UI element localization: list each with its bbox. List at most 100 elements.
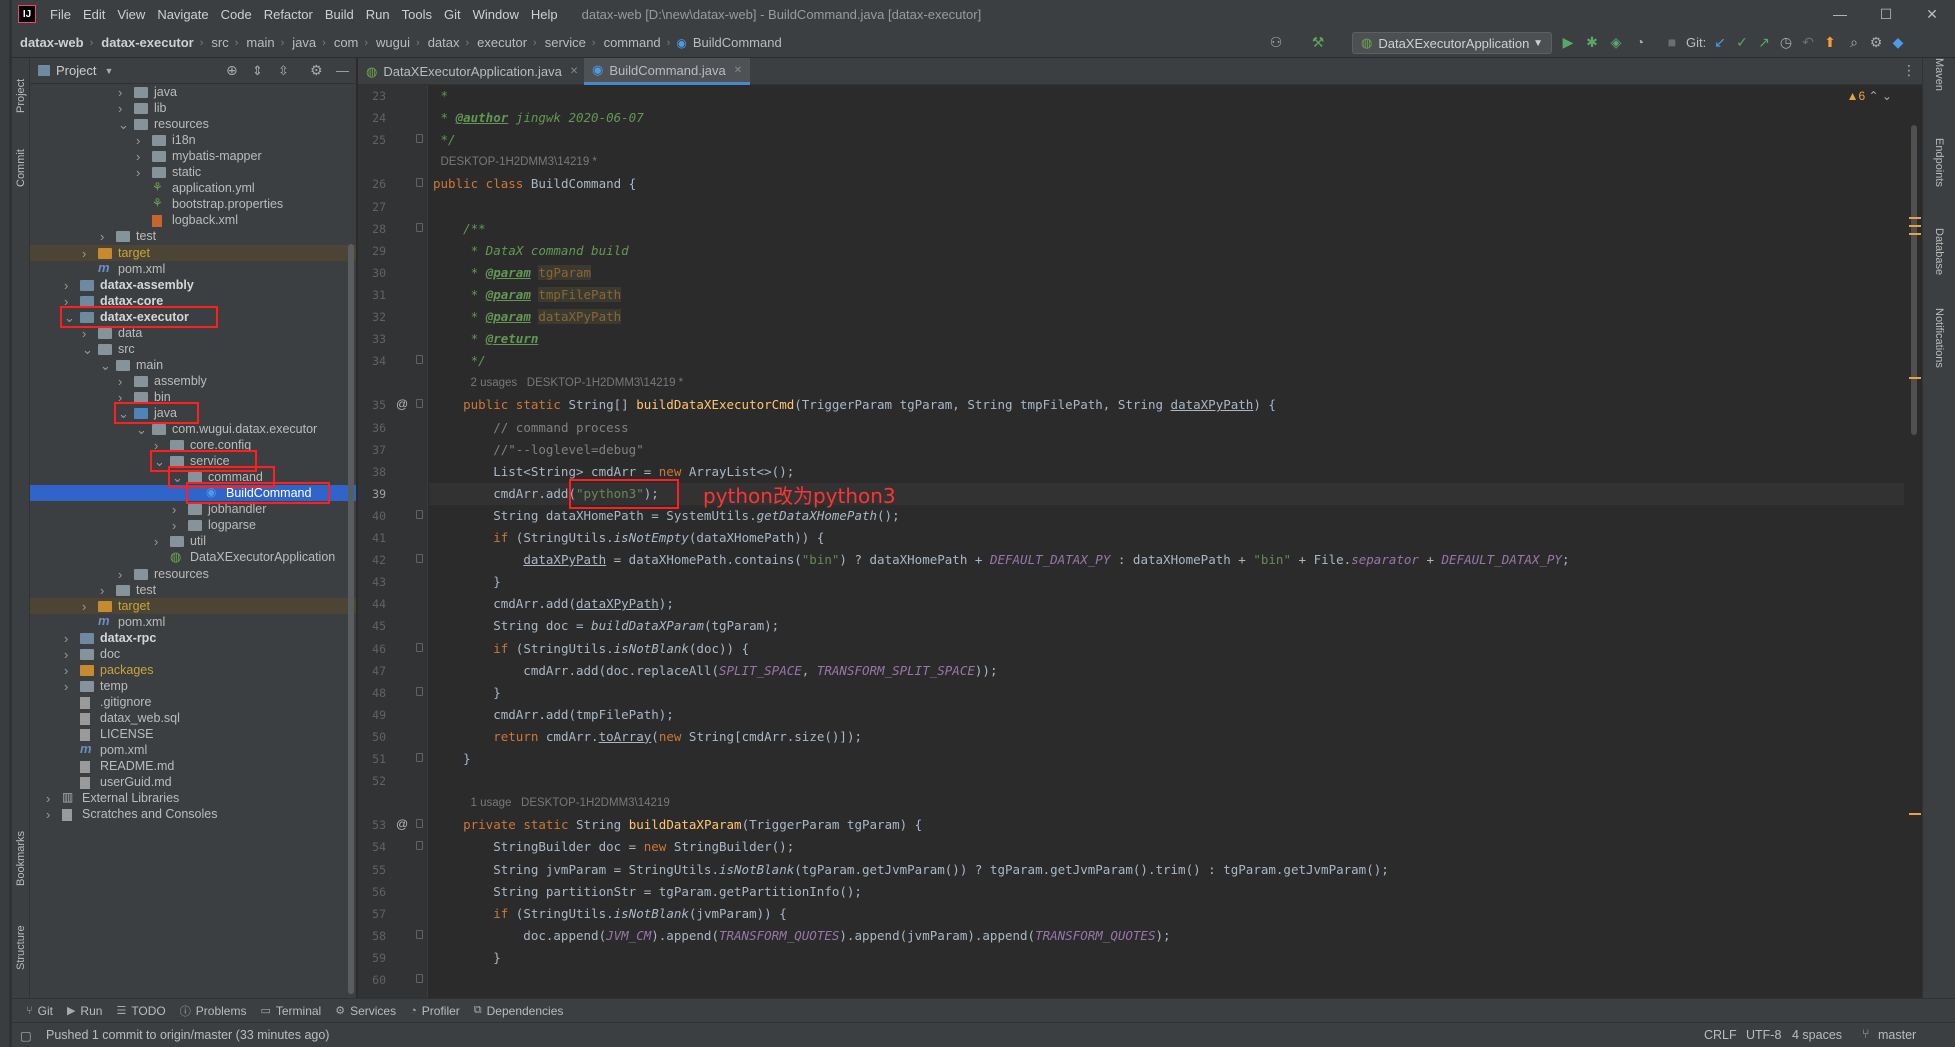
chevron-right-icon[interactable]: ›	[172, 502, 176, 517]
menu-navigate[interactable]: Navigate	[151, 7, 214, 22]
tree-item[interactable]: › lib	[30, 100, 356, 116]
fold-marker-icon[interactable]	[416, 819, 423, 829]
tool-button-todo[interactable]: ☰ TODO	[116, 1004, 165, 1018]
menu-code[interactable]: Code	[215, 7, 258, 22]
update-icon[interactable]: ⬆	[1822, 34, 1838, 50]
menu-window[interactable]: Window	[467, 7, 525, 22]
tool-tab-project[interactable]: Project	[12, 66, 30, 126]
maximize-icon[interactable]: ☐	[1863, 0, 1909, 28]
fold-marker-icon[interactable]	[416, 355, 423, 365]
tree-scrollbar[interactable]	[348, 244, 354, 994]
coverage-icon[interactable]: ◈	[1608, 34, 1624, 50]
expand-all-icon[interactable]: ⇕	[252, 63, 263, 79]
tree-item[interactable]: ⚘ bootstrap.properties	[30, 196, 356, 212]
fold-marker-icon[interactable]	[416, 399, 423, 409]
breadcrumb-item[interactable]: datax-executor	[95, 35, 193, 50]
breadcrumb-item[interactable]: java	[286, 35, 316, 50]
fold-marker-icon[interactable]	[416, 929, 423, 939]
tool-tab-maven[interactable]: Maven	[1927, 58, 1951, 118]
menu-edit[interactable]: Edit	[77, 7, 111, 22]
tab-dataxexecutorapplication[interactable]: ◍ DataXExecutorApplication.java ✕	[358, 58, 580, 85]
build-hammer-icon[interactable]: ⚒	[1310, 34, 1326, 50]
tree-item[interactable]: › doc	[30, 646, 356, 662]
fold-marker-icon[interactable]	[416, 222, 423, 232]
fold-marker-icon[interactable]	[416, 841, 423, 851]
tree-item[interactable]: › assembly	[30, 373, 356, 389]
tree-item[interactable]: README.md	[30, 758, 356, 774]
status-message[interactable]: Pushed 1 commit to origin/master (33 min…	[46, 1028, 329, 1042]
code-editor[interactable]: ▲6 ⌃ ⌄ * * @author jingwk 2020-06-07 */ …	[429, 85, 1922, 998]
file-encoding[interactable]: UTF-8	[1746, 1028, 1781, 1042]
tree-item[interactable]: ⌄ main	[30, 357, 356, 373]
tree-item[interactable]: › util	[30, 533, 356, 549]
tree-item[interactable]: › packages	[30, 662, 356, 678]
breadcrumb-item[interactable]: main	[240, 35, 274, 50]
tree-item[interactable]: logback.xml	[30, 212, 356, 228]
chevron-right-icon[interactable]: ›	[46, 807, 50, 822]
chevron-down-icon[interactable]: ⌄	[136, 422, 147, 438]
tool-button-services[interactable]: ⚙ Services	[335, 1004, 396, 1018]
fold-marker-icon[interactable]	[416, 642, 423, 652]
project-panel-title[interactable]: Project	[56, 63, 96, 78]
tree-item[interactable]: › static	[30, 164, 356, 180]
chevron-right-icon[interactable]: ›	[82, 326, 86, 341]
debug-icon[interactable]: ✱	[1584, 34, 1600, 50]
status-toggle-icon[interactable]: ▢	[20, 1028, 32, 1043]
tab-buildcommand[interactable]: ◉ BuildCommand.java ✕	[584, 58, 750, 85]
breadcrumb-item[interactable]: executor	[471, 35, 527, 50]
tree-item[interactable]: ⌄ src	[30, 341, 356, 357]
breadcrumb-item[interactable]: service	[539, 35, 586, 50]
tool-button-run[interactable]: ▶ Run	[67, 1004, 102, 1018]
tree-item[interactable]: › target	[30, 597, 356, 614]
tree-item[interactable]: › target	[30, 244, 356, 261]
tree-item[interactable]: › ▥ External Libraries	[30, 790, 356, 806]
chevron-right-icon[interactable]: ›	[136, 149, 140, 164]
tree-item[interactable]: › resources	[30, 566, 356, 582]
chevron-down-icon[interactable]: ⌄	[118, 117, 129, 133]
scroll-thumb[interactable]	[1911, 125, 1917, 435]
run-icon[interactable]: ▶	[1560, 34, 1576, 50]
fold-marker-icon[interactable]	[416, 753, 423, 762]
tool-button-dependencies[interactable]: ⧉ Dependencies	[474, 1004, 564, 1018]
chevron-right-icon[interactable]: ›	[64, 278, 68, 293]
override-marker-icon[interactable]: @	[396, 397, 408, 411]
chevron-right-icon[interactable]: ›	[64, 663, 68, 678]
chevron-right-icon[interactable]: ›	[172, 518, 176, 533]
breadcrumb-item[interactable]: wugui	[370, 35, 410, 50]
search-everywhere-icon[interactable]: ⌕	[1846, 34, 1862, 50]
tree-item[interactable]: m pom.xml	[30, 260, 356, 277]
tool-tab-database[interactable]: Database	[1927, 228, 1951, 298]
fold-marker-icon[interactable]	[416, 509, 423, 519]
tree-item[interactable]: .gitignore	[30, 694, 356, 710]
tool-tab-commit[interactable]: Commit	[12, 138, 30, 198]
menu-refactor[interactable]: Refactor	[258, 7, 319, 22]
tree-item[interactable]: › i18n	[30, 132, 356, 148]
tool-tab-bookmarks[interactable]: Bookmarks	[12, 818, 30, 898]
tool-tab-endpoints[interactable]: Endpoints	[1927, 138, 1951, 218]
minimize-icon[interactable]: —	[1817, 0, 1863, 28]
tree-item[interactable]: m pom.xml	[30, 741, 356, 758]
menu-build[interactable]: Build	[319, 7, 360, 22]
chevron-right-icon[interactable]: ›	[100, 229, 104, 244]
chevron-right-icon[interactable]: ›	[64, 679, 68, 694]
gear-icon[interactable]: ⚙	[310, 62, 323, 79]
fold-marker-icon[interactable]	[416, 134, 423, 144]
collapse-all-icon[interactable]: ⇳	[278, 63, 289, 79]
breadcrumb-item[interactable]: datax-web	[14, 35, 84, 50]
chevron-right-icon[interactable]: ›	[46, 791, 50, 806]
tree-item[interactable]: › Scratches and Consoles	[30, 806, 356, 822]
tree-item[interactable]: › test	[30, 228, 356, 244]
user-icon[interactable]: ⚇	[1268, 34, 1284, 50]
tree-item[interactable]: LICENSE	[30, 726, 356, 742]
run-configuration-select[interactable]: ◍ DataXExecutorApplication ▼	[1352, 32, 1552, 54]
warnings-indicator[interactable]: ▲6 ⌃ ⌄	[1847, 89, 1892, 103]
menu-view[interactable]: View	[111, 7, 151, 22]
breadcrumb-item[interactable]: command	[598, 35, 661, 50]
chevron-down-icon[interactable]: ⌄	[82, 342, 93, 358]
inlay-hint[interactable]: 2 usages DESKTOP-1H2DMM3\14219 *	[459, 372, 684, 394]
tree-item[interactable]: › test	[30, 582, 356, 598]
locate-icon[interactable]: ⊕	[226, 62, 238, 79]
chevron-right-icon[interactable]: ›	[136, 165, 140, 180]
breadcrumb-item[interactable]: BuildCommand	[687, 35, 782, 50]
git-branch[interactable]: master	[1878, 1028, 1916, 1042]
